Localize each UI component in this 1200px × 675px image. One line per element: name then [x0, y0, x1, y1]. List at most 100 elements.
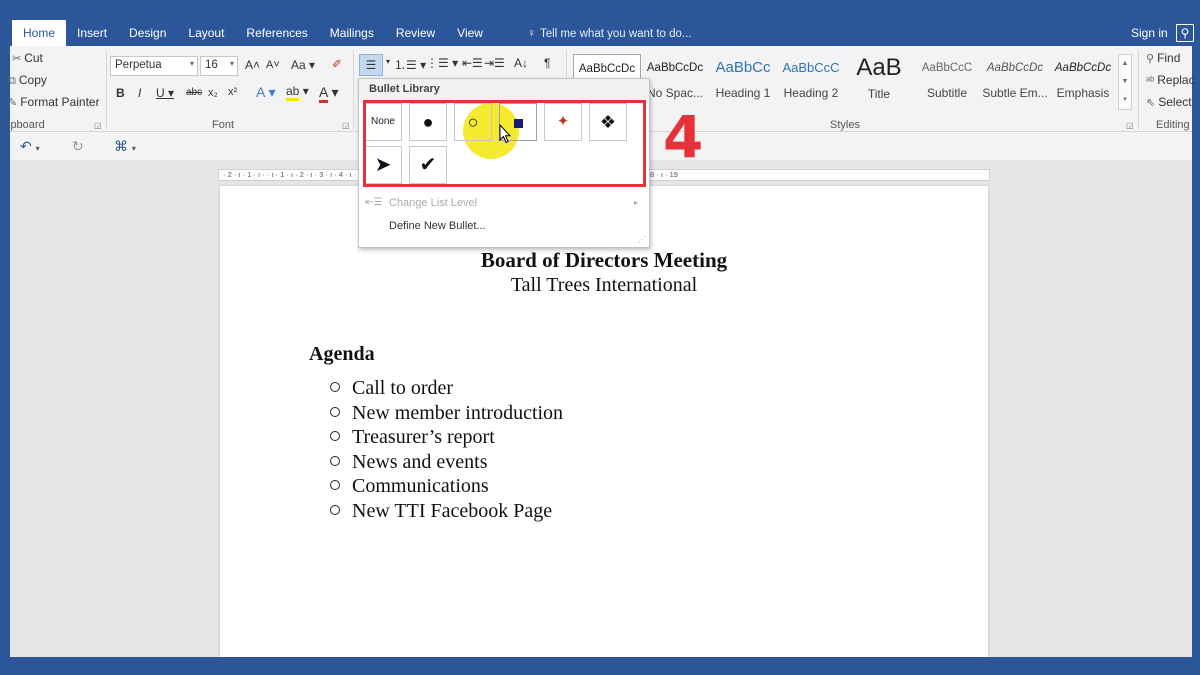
resize-grip-icon[interactable]: ⋰	[638, 235, 646, 244]
font-name-combo[interactable]: Perpetua ▾	[110, 56, 198, 76]
style-subtle-emphasis[interactable]: AaBbCcDc Subtle Em...	[981, 54, 1049, 110]
style-emphasis[interactable]: AaBbCcDc Emphasis	[1049, 54, 1117, 110]
copy-button[interactable]: ⧉ Copy	[8, 73, 47, 88]
style-preview: AaBbCcDc	[1054, 62, 1112, 74]
change-case-icon[interactable]: Aa ▾	[291, 58, 315, 72]
style-label: Heading 1	[715, 86, 771, 100]
tab-references[interactable]: References	[235, 20, 318, 46]
font-name-value: Perpetua	[115, 59, 162, 71]
document-subtitle[interactable]: Tall Trees International	[220, 274, 988, 297]
tell-me-box[interactable]: ♀ Tell me what you want to do...	[527, 26, 692, 40]
styles-group-label: Styles	[830, 119, 860, 131]
list-item-text: Call to order	[352, 377, 454, 399]
superscript-icon[interactable]: x²	[228, 86, 237, 98]
agenda-list: Call to order New member introduction Tr…	[330, 377, 563, 525]
user-icon[interactable]: ⚲	[1176, 24, 1194, 42]
numbering-icon[interactable]: ⒈☰ ▾	[394, 56, 426, 73]
style-label: Heading 2	[783, 86, 839, 100]
list-item[interactable]: News and events	[330, 451, 563, 476]
tab-home[interactable]: Home	[12, 20, 67, 46]
style-title[interactable]: AaB Title	[845, 54, 913, 110]
find-button[interactable]: ⚲ Find	[1146, 51, 1180, 65]
cut-label: Cut	[24, 51, 43, 65]
bullets-button[interactable]: ☰	[359, 54, 383, 76]
group-divider	[1138, 50, 1139, 130]
increase-indent-icon[interactable]: ⇥☰	[484, 56, 505, 70]
sort-icon[interactable]: A↓	[514, 56, 528, 70]
italic-icon[interactable]: I	[138, 86, 141, 100]
text-effects-icon[interactable]: A ▾	[256, 84, 275, 101]
tab-design[interactable]: Design	[118, 20, 177, 46]
style-subtitle[interactable]: AaBbCcC Subtitle	[913, 54, 981, 110]
font-size-value: 16	[205, 59, 218, 71]
tab-layout[interactable]: Layout	[177, 20, 235, 46]
strikethrough-icon[interactable]: abc	[186, 87, 202, 98]
shrink-font-icon[interactable]: A˅	[266, 59, 280, 71]
underline-icon[interactable]: U ▾	[156, 86, 174, 100]
tab-insert[interactable]: Insert	[66, 20, 118, 46]
replace-label: Replac	[1157, 73, 1195, 87]
tab-review[interactable]: Review	[385, 20, 446, 46]
circle-bullet-icon	[330, 504, 340, 515]
agenda-heading[interactable]: Agenda	[309, 343, 375, 366]
styles-launcher-icon[interactable]: ◲	[1126, 121, 1134, 130]
annotation-step-number: 4	[663, 103, 704, 171]
style-label: Title	[867, 87, 891, 101]
chevron-down-icon[interactable]: ▾	[386, 57, 390, 66]
style-label: Subtle Em...	[982, 86, 1048, 100]
highlight-icon[interactable]: ab ▾	[286, 84, 309, 101]
chevron-down-icon: ▾	[229, 59, 234, 68]
font-launcher-icon[interactable]: ◲	[342, 121, 350, 130]
style-label: Subtitle	[926, 86, 968, 100]
list-item[interactable]: Communications	[330, 475, 563, 500]
list-item-text: News and events	[352, 450, 488, 473]
select-button[interactable]: ⇖ Select	[1146, 95, 1192, 109]
list-item-text: New member introduction	[352, 401, 564, 424]
group-divider	[353, 50, 354, 130]
multilevel-list-icon[interactable]: ⋮☰ ▾	[426, 56, 458, 70]
redo-icon[interactable]: ↻	[72, 138, 84, 155]
font-size-combo[interactable]: 16 ▾	[200, 56, 238, 76]
list-item[interactable]: New member introduction	[330, 402, 563, 427]
clear-formatting-icon[interactable]: ✐	[332, 57, 342, 71]
font-color-icon[interactable]: A ▾	[319, 84, 339, 103]
sign-in-link[interactable]: Sign in	[1131, 26, 1168, 40]
define-new-bullet-item[interactable]: Define New Bullet...	[389, 220, 486, 232]
document-page[interactable]: Board of Directors Meeting Tall Trees In…	[220, 186, 988, 666]
show-formatting-icon[interactable]: ¶	[544, 56, 550, 70]
style-label: No Spac...	[646, 86, 704, 100]
clipboard-launcher-icon[interactable]: ◲	[94, 121, 102, 130]
tab-view[interactable]: View	[446, 20, 494, 46]
bold-icon[interactable]: B	[116, 86, 125, 100]
list-item-text: Treasurer’s report	[352, 426, 495, 449]
format-painter-button[interactable]: ✎ Format Painter	[8, 95, 100, 109]
document-title[interactable]: Board of Directors Meeting	[220, 248, 988, 273]
cut-button[interactable]: ✂ Cut	[12, 51, 43, 65]
style-heading-2[interactable]: AaBbCcC Heading 2	[777, 54, 845, 110]
lightbulb-icon: ♀	[527, 26, 536, 40]
undo-icon[interactable]: ↶ ▾	[20, 138, 40, 155]
list-item[interactable]: Treasurer’s report	[330, 426, 563, 451]
format-painter-label: Format Painter	[20, 95, 100, 109]
list-item[interactable]: Call to order	[330, 377, 563, 402]
change-list-level-item[interactable]: Change List Level	[389, 197, 477, 209]
tab-mailings[interactable]: Mailings	[319, 20, 385, 46]
cursor-icon: ⇖	[1146, 97, 1156, 109]
list-item[interactable]: New TTI Facebook Page	[330, 500, 563, 525]
replace-button[interactable]: ᵃᵇ Replac	[1146, 73, 1195, 87]
styles-scroll-arrows[interactable]: ▲ ▼ ▾	[1118, 54, 1132, 110]
paintbrush-icon: ✎	[8, 97, 18, 109]
style-preview: AaBbCcDc	[986, 62, 1044, 74]
copy-icon: ⧉	[8, 75, 16, 87]
subscript-icon[interactable]: x₂	[208, 87, 218, 99]
chevron-right-icon: ▸	[634, 198, 639, 207]
circle-bullet-icon	[330, 455, 340, 466]
bullet-library-header: Bullet Library	[359, 79, 649, 99]
touch-mode-icon[interactable]: ⌘ ▾	[114, 138, 136, 155]
copy-label: Copy	[18, 73, 47, 87]
grow-font-icon[interactable]: A˄	[245, 58, 260, 72]
style-heading-1[interactable]: AaBbCc Heading 1	[709, 54, 777, 110]
style-no-spacing[interactable]: AaBbCcDc No Spac...	[641, 54, 709, 110]
tell-me-text: Tell me what you want to do...	[540, 28, 692, 40]
decrease-indent-icon[interactable]: ⇤☰	[462, 56, 483, 70]
